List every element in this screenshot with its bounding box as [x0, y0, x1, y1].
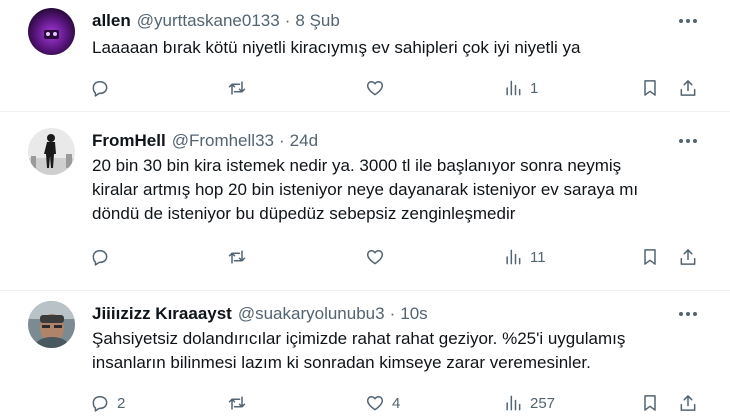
views-icon	[506, 80, 521, 96]
views-count: 11	[530, 248, 546, 266]
reply-icon	[92, 396, 108, 412]
action-bar: 1	[0, 75, 730, 101]
user-handle[interactable]: @suakaryolunubu3	[238, 304, 385, 324]
bookmark-button[interactable]	[640, 244, 660, 270]
more-icon	[679, 312, 697, 316]
retweet-icon	[228, 396, 246, 410]
user-handle[interactable]: @Fromhell33	[172, 131, 274, 151]
avatar[interactable]	[28, 128, 75, 175]
tweet-text: Laaaaan bırak kötü niyetli kiracıymış ev…	[92, 38, 581, 57]
more-button[interactable]	[676, 11, 700, 31]
tweet-1[interactable]: allen @yurttaskane0133 · 8 Şub Laaaaan b…	[0, 0, 730, 111]
tweet-header: allen @yurttaskane0133 · 8 Şub	[92, 11, 340, 31]
heart-icon	[366, 81, 384, 96]
heart-icon	[366, 396, 384, 411]
display-name[interactable]: allen	[92, 11, 131, 31]
retweet-button[interactable]	[227, 244, 254, 270]
retweet-icon	[228, 81, 246, 95]
views-icon	[506, 249, 521, 265]
tweet-header: FromHell @Fromhell33 · 24d	[92, 131, 318, 151]
avatar[interactable]	[28, 8, 75, 55]
retweet-button[interactable]	[227, 75, 254, 101]
like-count: 4	[392, 394, 401, 412]
bookmark-icon	[644, 80, 656, 96]
tweet-header: Jiiiızizz Kıraaayst @suakaryolunubu3 · 1…	[92, 304, 428, 324]
more-button[interactable]	[676, 304, 700, 324]
separator-dot: ·	[389, 304, 396, 323]
separator-dot: ·	[284, 11, 291, 30]
reply-button[interactable]: 2	[90, 390, 125, 416]
user-handle[interactable]: @yurttaskane0133	[137, 11, 280, 31]
share-button[interactable]	[678, 390, 698, 416]
tweet-text: 20 bin 30 bin kira istemek nedir ya. 300…	[92, 156, 639, 223]
bookmark-icon	[644, 249, 656, 265]
share-icon	[680, 249, 696, 265]
reply-count: 2	[117, 394, 126, 412]
views-button[interactable]: 257	[503, 390, 555, 416]
reply-button[interactable]	[90, 75, 117, 101]
tweet-text: Şahsiyetsiz dolandırıcılar içimizde raha…	[92, 329, 626, 372]
tweet-2[interactable]: FromHell @Fromhell33 · 24d 20 bin 30 bin…	[0, 112, 730, 290]
share-button[interactable]	[678, 244, 698, 270]
bookmark-button[interactable]	[640, 75, 660, 101]
views-count: 1	[530, 79, 539, 97]
like-button[interactable]: 4	[365, 390, 400, 416]
views-button[interactable]: 11	[503, 244, 546, 270]
heart-icon	[366, 250, 384, 265]
more-button[interactable]	[676, 131, 700, 151]
action-bar: 2 4 257	[0, 390, 730, 416]
reply-icon	[92, 81, 108, 97]
reply-button[interactable]	[90, 244, 117, 270]
timestamp[interactable]: 24d	[290, 131, 318, 151]
retweet-icon	[228, 250, 246, 264]
display-name[interactable]: FromHell	[92, 131, 166, 151]
display-name[interactable]: Jiiiızizz Kıraaayst	[92, 304, 232, 324]
avatar[interactable]	[28, 301, 75, 348]
retweet-button[interactable]	[227, 390, 254, 416]
timestamp[interactable]: 10s	[400, 304, 427, 324]
views-count: 257	[530, 394, 556, 412]
bookmark-button[interactable]	[640, 390, 660, 416]
views-icon	[506, 395, 521, 411]
more-icon	[679, 139, 697, 143]
like-button[interactable]	[365, 75, 392, 101]
bookmark-icon	[644, 395, 656, 411]
share-icon	[680, 80, 696, 96]
reply-icon	[92, 250, 108, 266]
timestamp[interactable]: 8 Şub	[295, 11, 339, 31]
like-button[interactable]	[365, 244, 392, 270]
more-icon	[679, 19, 697, 23]
share-icon	[680, 395, 696, 411]
action-bar: 11	[0, 244, 730, 270]
separator-dot: ·	[278, 131, 285, 150]
tweet-3[interactable]: Jiiiızizz Kıraaayst @suakaryolunubu3 · 1…	[0, 291, 730, 420]
share-button[interactable]	[678, 75, 698, 101]
views-button[interactable]: 1	[503, 75, 538, 101]
